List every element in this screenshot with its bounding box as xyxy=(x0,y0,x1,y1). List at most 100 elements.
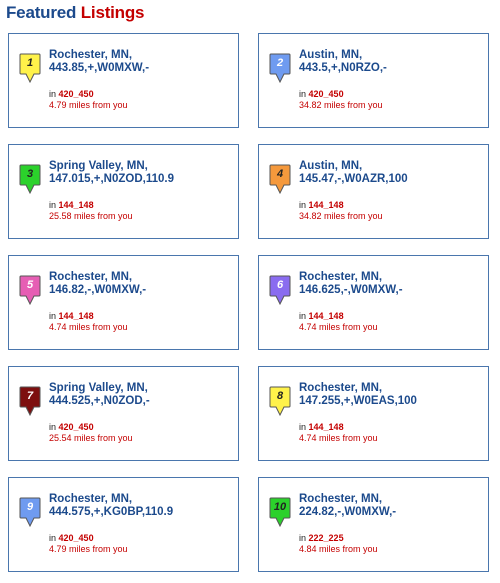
listing-city[interactable]: Rochester, MN, xyxy=(299,493,484,506)
listing-title[interactable]: Rochester, MN, 146.82,-,W0MXW,- xyxy=(49,271,234,297)
listing-distance: 4.74 miles from you xyxy=(299,433,378,443)
listing-category: in 420_450 xyxy=(49,89,94,100)
marker-number: 8 xyxy=(276,390,284,402)
category-link[interactable]: 144_148 xyxy=(309,311,344,321)
listing-city[interactable]: Spring Valley, MN, xyxy=(49,382,234,395)
listing-distance: 34.82 miles from you xyxy=(299,100,383,110)
marker-number: 6 xyxy=(276,279,284,291)
listing-city[interactable]: Rochester, MN, xyxy=(49,493,234,506)
listing-category: in 144_148 xyxy=(49,200,94,211)
listing-frequency[interactable]: 147.255,+,W0EAS,100 xyxy=(299,395,484,408)
marker-number: 1 xyxy=(26,57,34,69)
listing-distance: 25.58 miles from you xyxy=(49,211,133,221)
category-link[interactable]: 420_450 xyxy=(59,422,94,432)
listing-distance: 25.54 miles from you xyxy=(49,433,133,443)
category-link[interactable]: 144_148 xyxy=(59,311,94,321)
in-label: in xyxy=(299,200,307,210)
listing-city[interactable]: Rochester, MN, xyxy=(299,271,484,284)
map-marker-icon: 9 xyxy=(19,497,41,527)
listing-frequency[interactable]: 147.015,+,N0ZOD,110.9 xyxy=(49,173,234,186)
listing-distance: 4.79 miles from you xyxy=(49,544,128,554)
in-label: in xyxy=(299,422,307,432)
marker-number: 7 xyxy=(26,390,34,402)
marker-number: 4 xyxy=(276,168,284,180)
marker-number: 3 xyxy=(26,168,34,180)
listing-card[interactable]: 5 Rochester, MN, 146.82,-,W0MXW,- in 144… xyxy=(8,255,239,350)
map-marker-icon: 10 xyxy=(269,497,291,527)
listing-city[interactable]: Austin, MN, xyxy=(299,49,484,62)
map-marker-icon: 8 xyxy=(269,386,291,416)
listing-city[interactable]: Rochester, MN, xyxy=(299,382,484,395)
listing-card[interactable]: 1 Rochester, MN, 443.85,+,W0MXW,- in 420… xyxy=(8,33,239,128)
listing-category: in 420_450 xyxy=(49,422,94,433)
marker-number: 10 xyxy=(273,501,287,513)
listing-card[interactable]: 3 Spring Valley, MN, 147.015,+,N0ZOD,110… xyxy=(8,144,239,239)
listing-frequency[interactable]: 224.82,-,W0MXW,- xyxy=(299,506,484,519)
listing-title[interactable]: Spring Valley, MN, 444.525,+,N0ZOD,- xyxy=(49,382,234,408)
listing-distance: 4.79 miles from you xyxy=(49,100,128,110)
map-marker-icon: 7 xyxy=(19,386,41,416)
listing-frequency[interactable]: 145.47,-,W0AZR,100 xyxy=(299,173,484,186)
listing-frequency[interactable]: 146.625,-,W0MXW,- xyxy=(299,284,484,297)
in-label: in xyxy=(299,533,307,543)
map-marker-icon: 1 xyxy=(19,53,41,83)
listing-card[interactable]: 2 Austin, MN, 443.5,+,N0RZO,- in 420_450… xyxy=(258,33,489,128)
listing-title[interactable]: Austin, MN, 145.47,-,W0AZR,100 xyxy=(299,160,484,186)
listing-category: in 420_450 xyxy=(49,533,94,544)
listing-title[interactable]: Rochester, MN, 147.255,+,W0EAS,100 xyxy=(299,382,484,408)
listing-category: in 144_148 xyxy=(49,311,94,322)
listing-card[interactable]: 4 Austin, MN, 145.47,-,W0AZR,100 in 144_… xyxy=(258,144,489,239)
listing-category: in 222_225 xyxy=(299,533,344,544)
category-link[interactable]: 420_450 xyxy=(309,89,344,99)
listing-card[interactable]: 10 Rochester, MN, 224.82,-,W0MXW,- in 22… xyxy=(258,477,489,572)
category-link[interactable]: 144_148 xyxy=(309,200,344,210)
listing-category: in 144_148 xyxy=(299,311,344,322)
listing-title[interactable]: Rochester, MN, 443.85,+,W0MXW,- xyxy=(49,49,234,75)
map-marker-icon: 5 xyxy=(19,275,41,305)
listing-distance: 4.74 miles from you xyxy=(299,322,378,332)
listing-frequency[interactable]: 146.82,-,W0MXW,- xyxy=(49,284,234,297)
listing-title[interactable]: Austin, MN, 443.5,+,N0RZO,- xyxy=(299,49,484,75)
listing-category: in 420_450 xyxy=(299,89,344,100)
listing-distance: 4.84 miles from you xyxy=(299,544,378,554)
category-link[interactable]: 144_148 xyxy=(59,200,94,210)
listing-title[interactable]: Rochester, MN, 146.625,-,W0MXW,- xyxy=(299,271,484,297)
listing-card[interactable]: 9 Rochester, MN, 444.575,+,KG0BP,110.9 i… xyxy=(8,477,239,572)
listing-title[interactable]: Spring Valley, MN, 147.015,+,N0ZOD,110.9 xyxy=(49,160,234,186)
map-marker-icon: 4 xyxy=(269,164,291,194)
marker-number: 5 xyxy=(26,279,34,291)
listings-grid: 1 Rochester, MN, 443.85,+,W0MXW,- in 420… xyxy=(0,0,500,583)
in-label: in xyxy=(49,311,57,321)
category-link[interactable]: 222_225 xyxy=(309,533,344,543)
in-label: in xyxy=(49,422,57,432)
listing-category: in 144_148 xyxy=(299,200,344,211)
listing-frequency[interactable]: 444.575,+,KG0BP,110.9 xyxy=(49,506,234,519)
in-label: in xyxy=(49,533,57,543)
listing-distance: 34.82 miles from you xyxy=(299,211,383,221)
listing-frequency[interactable]: 443.85,+,W0MXW,- xyxy=(49,62,234,75)
listing-card[interactable]: 6 Rochester, MN, 146.625,-,W0MXW,- in 14… xyxy=(258,255,489,350)
listing-title[interactable]: Rochester, MN, 224.82,-,W0MXW,- xyxy=(299,493,484,519)
listing-frequency[interactable]: 444.525,+,N0ZOD,- xyxy=(49,395,234,408)
listing-city[interactable]: Spring Valley, MN, xyxy=(49,160,234,173)
in-label: in xyxy=(49,200,57,210)
category-link[interactable]: 420_450 xyxy=(59,533,94,543)
listing-city[interactable]: Austin, MN, xyxy=(299,160,484,173)
listing-card[interactable]: 7 Spring Valley, MN, 444.525,+,N0ZOD,- i… xyxy=(8,366,239,461)
listing-city[interactable]: Rochester, MN, xyxy=(49,49,234,62)
in-label: in xyxy=(299,89,307,99)
map-marker-icon: 2 xyxy=(269,53,291,83)
map-marker-icon: 6 xyxy=(269,275,291,305)
listing-distance: 4.74 miles from you xyxy=(49,322,128,332)
listing-title[interactable]: Rochester, MN, 444.575,+,KG0BP,110.9 xyxy=(49,493,234,519)
listing-card[interactable]: 8 Rochester, MN, 147.255,+,W0EAS,100 in … xyxy=(258,366,489,461)
in-label: in xyxy=(299,311,307,321)
listing-frequency[interactable]: 443.5,+,N0RZO,- xyxy=(299,62,484,75)
in-label: in xyxy=(49,89,57,99)
category-link[interactable]: 144_148 xyxy=(309,422,344,432)
listing-category: in 144_148 xyxy=(299,422,344,433)
listing-city[interactable]: Rochester, MN, xyxy=(49,271,234,284)
category-link[interactable]: 420_450 xyxy=(59,89,94,99)
marker-number: 2 xyxy=(276,57,284,69)
marker-number: 9 xyxy=(26,501,34,513)
